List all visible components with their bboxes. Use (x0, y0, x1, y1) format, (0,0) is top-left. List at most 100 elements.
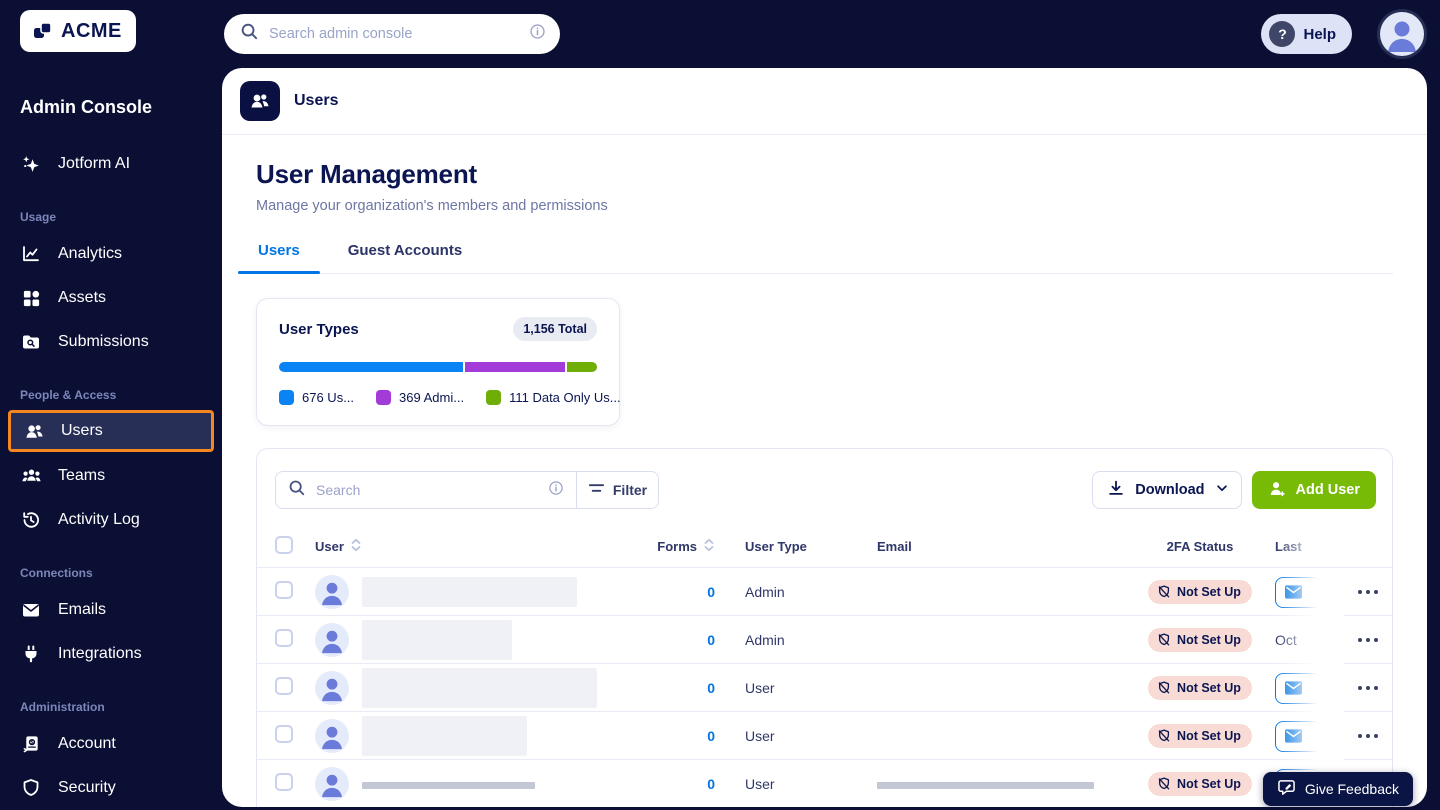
acme-logo[interactable]: ACME (20, 10, 136, 52)
envelope-icon (1285, 729, 1302, 743)
sidebar-item-analytics[interactable]: Analytics (0, 232, 222, 276)
account-icon: $ (20, 735, 42, 754)
sidebar-item-emails[interactable]: Emails (0, 588, 222, 632)
table-search-input[interactable] (316, 482, 538, 498)
table-row[interactable]: 0 Admin Not Set Up Oct (257, 615, 1392, 663)
admin-search-input[interactable] (269, 26, 519, 42)
page-header: Users (222, 68, 1427, 135)
title-block: User Management Manage your organization… (222, 135, 1427, 214)
account-avatar[interactable] (1380, 12, 1424, 56)
column-header-email: Email (845, 539, 1125, 554)
avatar (315, 671, 349, 705)
user-type-cell: Admin (715, 632, 845, 648)
table-search[interactable] (276, 472, 576, 508)
shield-off-icon (1157, 681, 1171, 695)
forms-count-link[interactable]: 0 (707, 584, 715, 600)
row-checkbox[interactable] (275, 677, 293, 695)
legend-swatch-data-only (486, 390, 501, 405)
download-icon (1107, 479, 1125, 501)
resend-invite-button[interactable] (1275, 721, 1321, 752)
shield-off-icon (1157, 777, 1171, 791)
feedback-icon (1277, 779, 1296, 799)
chevron-down-icon (1215, 481, 1229, 499)
bar-segment-admins (465, 362, 565, 372)
analytics-icon (20, 244, 42, 264)
forms-count-link[interactable]: 0 (707, 680, 715, 696)
give-feedback-button[interactable]: Give Feedback (1263, 772, 1413, 806)
teams-icon (20, 466, 42, 487)
info-icon (529, 23, 546, 45)
legend-item-users: 676 Us... (279, 390, 354, 405)
emails-icon (20, 600, 42, 620)
sidebar-item-teams[interactable]: Teams (0, 454, 222, 498)
sidebar-item-label: Emails (58, 601, 106, 619)
ellipsis-icon (1358, 590, 1379, 595)
table-row[interactable]: 0 User Not Set Up (257, 711, 1392, 759)
sidebar-item-assets[interactable]: Assets (0, 276, 222, 320)
forms-count-link[interactable]: 0 (707, 776, 715, 792)
resend-invite-button[interactable] (1275, 673, 1321, 704)
add-user-button[interactable]: Add User (1252, 471, 1376, 509)
sidebar-section-administration: Administration (20, 700, 222, 714)
row-menu-button[interactable] (1344, 638, 1392, 643)
add-user-icon (1268, 479, 1287, 502)
table-row[interactable]: 0 User Not Set Up (257, 663, 1392, 711)
row-checkbox[interactable] (275, 725, 293, 743)
row-menu-button[interactable] (1344, 734, 1392, 739)
page-subtitle: Manage your organization's members and p… (256, 198, 1393, 214)
resend-invite-button[interactable] (1275, 577, 1321, 608)
forms-count-link[interactable]: 0 (707, 632, 715, 648)
table-header-row: User Forms User Type Email 2FA Status La… (257, 525, 1392, 567)
shield-off-icon (1157, 729, 1171, 743)
sort-icon[interactable] (703, 538, 715, 555)
select-all-checkbox[interactable] (275, 536, 293, 554)
sidebar-item-activity-log[interactable]: Activity Log (0, 498, 222, 542)
row-checkbox[interactable] (275, 581, 293, 599)
tab-users[interactable]: Users (256, 236, 302, 273)
row-menu-button[interactable] (1344, 590, 1392, 595)
tfa-status-badge: Not Set Up (1148, 724, 1252, 748)
user-type-cell: Admin (715, 584, 845, 600)
legend-item-data-only: 111 Data Only Us... (486, 390, 621, 405)
legend-swatch-users (279, 390, 294, 405)
row-checkbox[interactable] (275, 773, 293, 791)
redacted-user-name (362, 716, 527, 756)
tfa-status-badge: Not Set Up (1148, 676, 1252, 700)
filter-button[interactable]: Filter (576, 472, 658, 508)
admin-search[interactable] (224, 14, 560, 54)
download-button[interactable]: Download (1092, 471, 1241, 509)
row-checkbox[interactable] (275, 629, 293, 647)
user-type-cell: User (715, 680, 845, 696)
forms-count-link[interactable]: 0 (707, 728, 715, 744)
sidebar-item-integrations[interactable]: Integrations (0, 632, 222, 676)
user-types-card: User Types 1,156 Total 676 Us... 369 Adm… (256, 298, 620, 426)
legend-label: 676 Us... (302, 390, 354, 405)
sidebar-item-jotform-ai[interactable]: Jotform AI (0, 142, 222, 186)
avatar (315, 623, 349, 657)
sidebar-item-account[interactable]: $ Account (0, 722, 222, 766)
tfa-status-badge: Not Set Up (1148, 772, 1252, 796)
row-menu-button[interactable] (1344, 686, 1392, 691)
user-type-cell: User (715, 776, 845, 792)
table-row[interactable]: 0 Admin Not Set Up (257, 567, 1392, 615)
sidebar: ACME Admin Console Jotform AI Usage Anal… (0, 0, 222, 810)
acme-logo-icon (32, 20, 54, 42)
sidebar-item-label: Users (61, 422, 103, 440)
integrations-icon (20, 644, 42, 664)
column-header-last: Last (1275, 525, 1344, 567)
tab-guest-accounts[interactable]: Guest Accounts (346, 236, 464, 273)
redacted-strip (877, 782, 1094, 789)
sort-icon[interactable] (350, 538, 362, 555)
sidebar-item-security[interactable]: Security (0, 766, 222, 810)
help-button[interactable]: ? Help (1261, 14, 1352, 54)
sidebar-item-label: Account (58, 735, 116, 753)
table-row[interactable]: 0 User Not Set Up (257, 759, 1392, 807)
sidebar-item-label: Integrations (58, 645, 142, 663)
sidebar-item-label: Submissions (58, 333, 149, 351)
sidebar-item-users[interactable]: Users (8, 410, 214, 452)
sidebar-item-submissions[interactable]: Submissions (0, 320, 222, 364)
users-icon (23, 421, 45, 442)
redacted-user-name (362, 577, 577, 607)
filter-icon (588, 480, 605, 500)
avatar (315, 719, 349, 753)
